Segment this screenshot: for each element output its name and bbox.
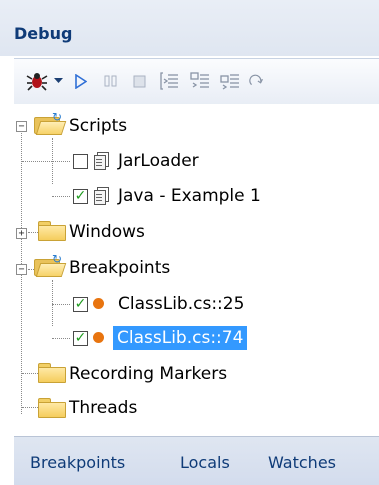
unchecked-checkbox[interactable] bbox=[73, 154, 88, 169]
collapse-toggle-icon[interactable]: − bbox=[16, 121, 27, 132]
debug-toolbar bbox=[14, 58, 379, 105]
checked-checkbox[interactable]: ✓ bbox=[73, 331, 88, 346]
breakpoint-icon bbox=[93, 332, 104, 343]
folder-icon bbox=[38, 363, 66, 383]
step-into-icon[interactable] bbox=[157, 68, 183, 94]
tab-watches[interactable]: Watches bbox=[268, 453, 336, 472]
tree-node-label: ClassLib.cs::74 bbox=[113, 326, 248, 350]
panel-title-bar[interactable]: Debug bbox=[0, 0, 379, 56]
stop-icon[interactable] bbox=[128, 68, 150, 94]
debug-panel: Debug − ↻ Scripts JarLoader ✓ Java - Exa… bbox=[0, 0, 379, 485]
open-folder-icon: ↻ bbox=[34, 252, 67, 277]
expand-toggle-icon[interactable]: + bbox=[16, 228, 27, 239]
tree-node-label: Threads bbox=[69, 398, 138, 418]
play-icon[interactable] bbox=[70, 68, 92, 94]
checked-checkbox[interactable]: ✓ bbox=[73, 189, 88, 204]
tree-node-label: Java - Example 1 bbox=[118, 186, 261, 206]
open-folder-icon: ↻ bbox=[34, 110, 67, 135]
tree-node-label: JarLoader bbox=[118, 151, 199, 171]
tree-branch-line bbox=[52, 304, 70, 305]
tree-node-label: Windows bbox=[69, 222, 145, 242]
tree-node-label: ClassLib.cs::25 bbox=[118, 294, 245, 314]
tree-node-label: Recording Markers bbox=[69, 364, 228, 384]
panel-title: Debug bbox=[14, 24, 73, 43]
bottom-tab-bar: Breakpoints Locals Watches bbox=[14, 436, 379, 485]
tree-breakpoints-line bbox=[52, 280, 53, 326]
tree-node-label: Scripts bbox=[69, 116, 128, 136]
step-out-icon[interactable] bbox=[217, 68, 243, 94]
breakpoint-icon bbox=[93, 298, 104, 309]
step-over-icon[interactable] bbox=[187, 68, 213, 94]
tree-branch-line bbox=[22, 161, 52, 162]
tree-branch-line bbox=[52, 196, 70, 197]
bug-icon[interactable] bbox=[24, 68, 50, 94]
tree-branch-line bbox=[52, 161, 70, 162]
pause-icon[interactable] bbox=[100, 68, 122, 94]
tab-breakpoints[interactable]: Breakpoints bbox=[30, 453, 125, 472]
script-document-icon bbox=[94, 152, 109, 170]
folder-icon bbox=[38, 398, 66, 418]
script-document-icon bbox=[94, 187, 109, 205]
dropdown-arrow-icon[interactable] bbox=[52, 68, 64, 94]
tab-locals[interactable]: Locals bbox=[180, 453, 230, 472]
tree-node-label: Breakpoints bbox=[69, 258, 171, 278]
tree-branch-line bbox=[52, 338, 70, 339]
collapse-toggle-icon[interactable]: − bbox=[16, 264, 27, 275]
debug-tree: − ↻ Scripts JarLoader ✓ Java - Example 1 bbox=[14, 104, 379, 436]
run-to-cursor-icon[interactable] bbox=[247, 68, 267, 94]
checked-checkbox[interactable]: ✓ bbox=[73, 297, 88, 312]
folder-icon bbox=[38, 221, 66, 241]
